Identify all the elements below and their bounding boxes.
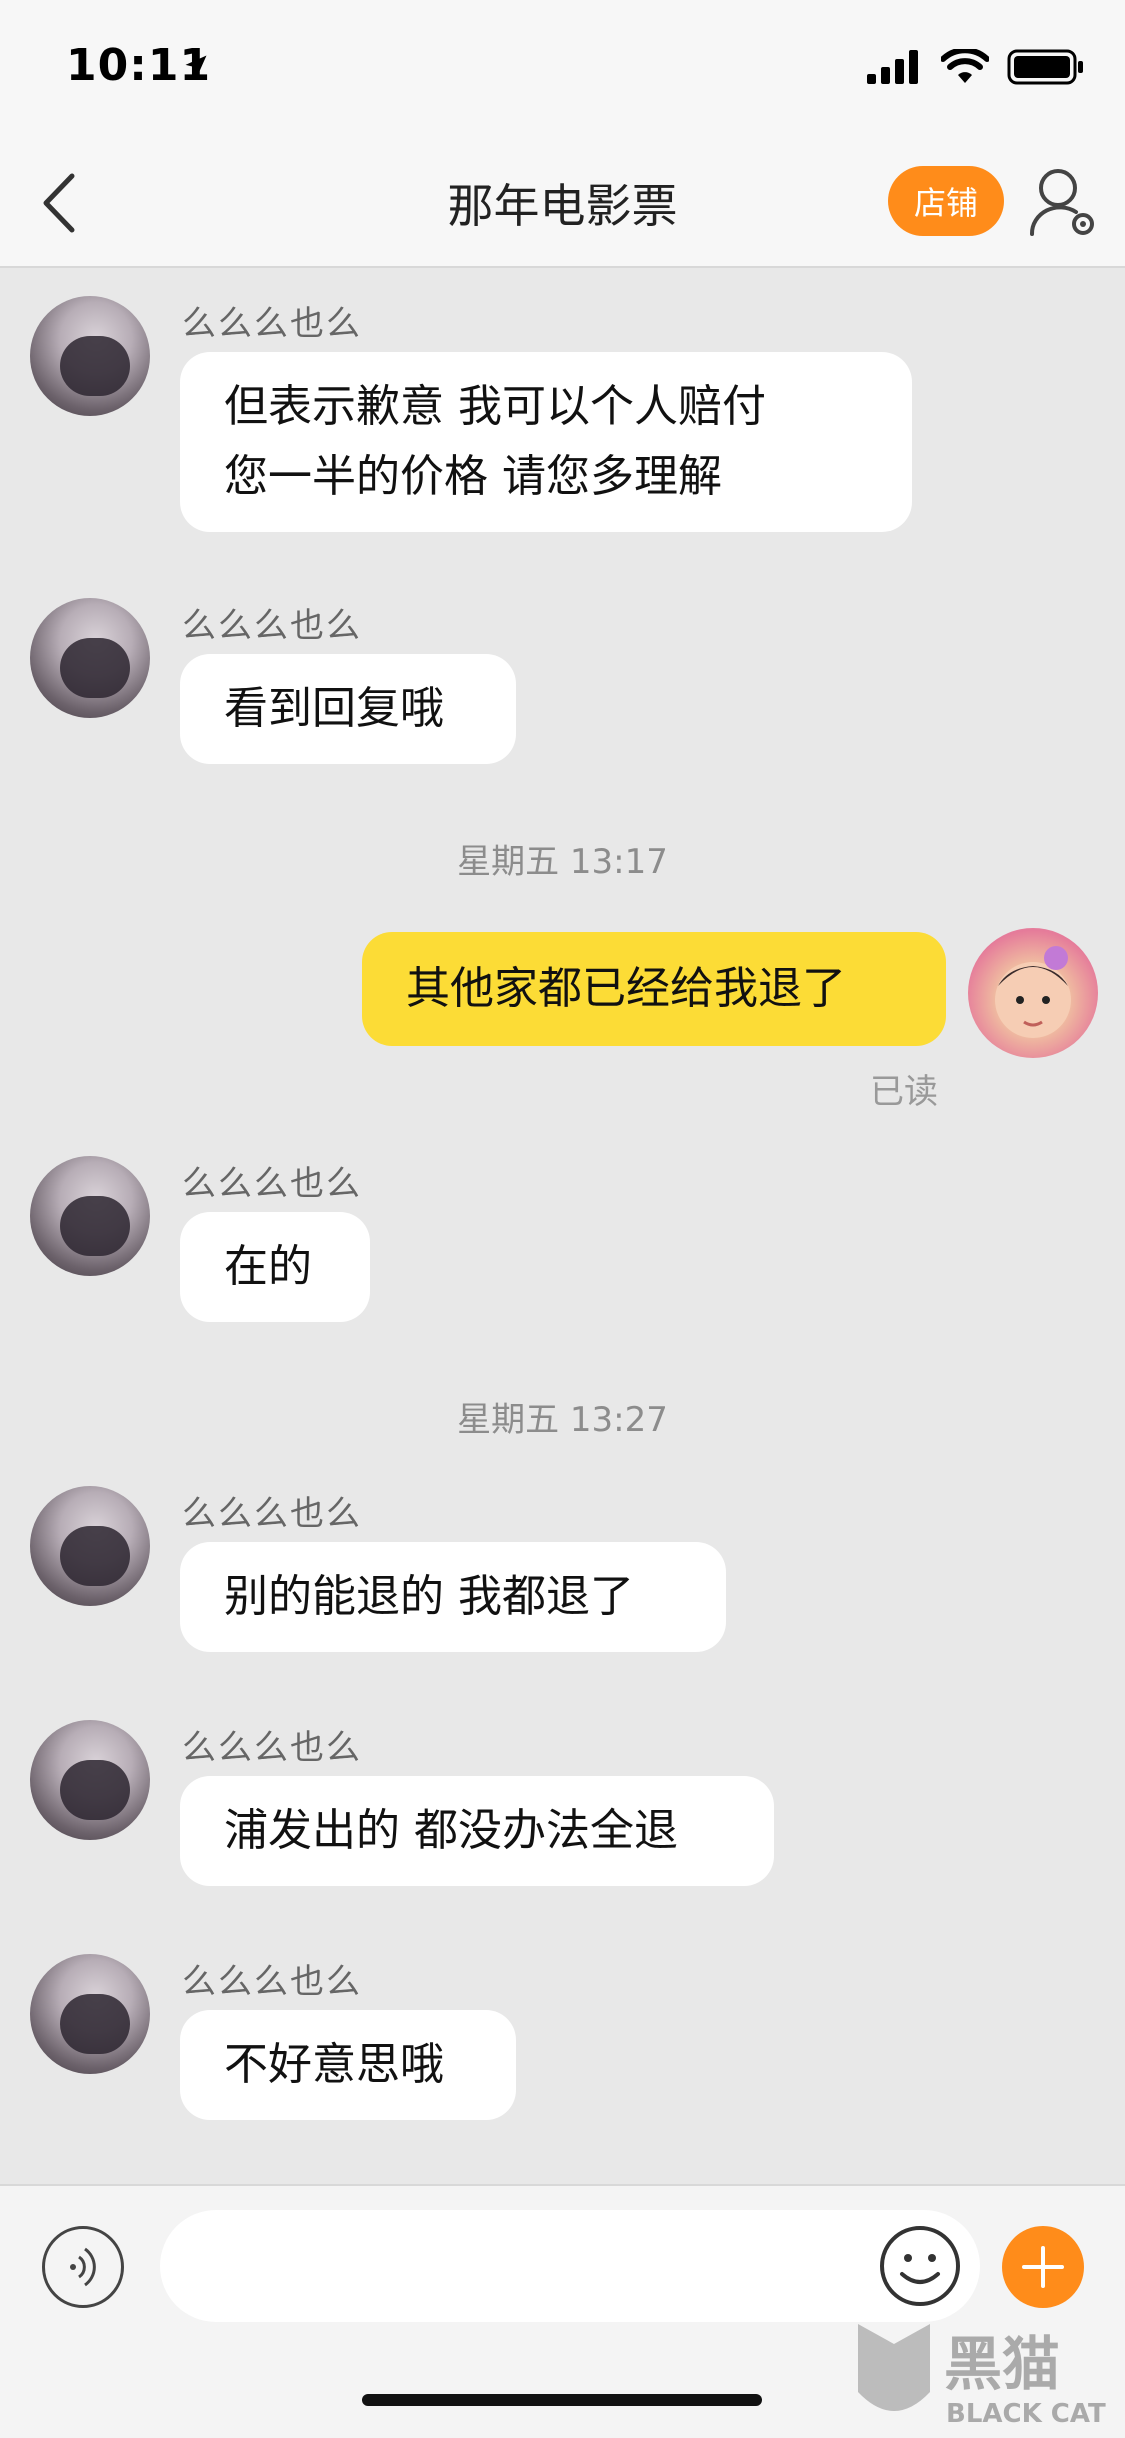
signal-icon [867, 50, 918, 84]
message-bubble[interactable]: 在的 [180, 1212, 370, 1322]
sender-name: 么么么也么 [182, 1962, 362, 2002]
location-arrow-icon [185, 55, 207, 77]
message-bubble[interactable]: 看到回复哦 [180, 654, 516, 764]
watermark-brand-en: BLACK CAT [946, 2399, 1106, 2429]
sender-name: 么么么也么 [182, 1728, 362, 1768]
voice-wave-icon [70, 2247, 96, 2287]
avatar-face-icon [995, 946, 1071, 1038]
avatar[interactable] [30, 1156, 150, 1276]
plus-button[interactable] [1002, 2226, 1084, 2308]
read-status: 已读 [870, 1072, 938, 1112]
message-outgoing-bubble[interactable]: 其他家都已经给我退了 [362, 932, 946, 1046]
sender-name: 么么么也么 [182, 304, 362, 344]
status-bar: 10:11 [0, 0, 1125, 140]
avatar[interactable] [30, 1720, 150, 1840]
my-avatar[interactable] [968, 928, 1098, 1058]
sender-name: 么么么也么 [182, 606, 362, 646]
watermark-logo: 黑猫 BLACK CAT [848, 2318, 1118, 2434]
message-text-line: 您一半的价格 请您多理解 [224, 451, 722, 502]
message-bubble[interactable]: 但表示歉意 我可以个人赔付 您一半的价格 请您多理解 [180, 352, 912, 532]
avatar[interactable] [30, 1486, 150, 1606]
timestamp: 星期五 13:27 [457, 1400, 668, 1440]
avatar[interactable] [30, 1954, 150, 2074]
voice-button[interactable] [42, 2226, 124, 2308]
sender-name: 么么么也么 [182, 1164, 362, 1204]
message-input[interactable] [160, 2210, 980, 2322]
emoji-icon[interactable] [876, 2222, 964, 2310]
message-bubble[interactable]: 别的能退的 我都退了 [180, 1542, 726, 1652]
user-settings-icon[interactable] [1028, 162, 1098, 242]
status-icons [867, 48, 1085, 86]
chat-area[interactable]: 么么么也么 但表示歉意 我可以个人赔付 您一半的价格 请您多理解 么么么也么 看… [0, 268, 1125, 2184]
message-bubble[interactable]: 不好意思哦 [180, 2010, 516, 2120]
black-cat-logo-icon: 黑猫 BLACK CAT [858, 2324, 1106, 2429]
sender-name: 么么么也么 [182, 1494, 362, 1534]
message-text-line: 但表示歉意 我可以个人赔付 [224, 381, 766, 432]
avatar[interactable] [30, 296, 150, 416]
nav-bar: 那年电影票 店铺 [0, 140, 1125, 268]
wifi-icon [941, 49, 989, 83]
timestamp: 星期五 13:17 [457, 842, 668, 882]
plus-icon [1022, 2246, 1064, 2288]
shop-button[interactable]: 店铺 [888, 166, 1004, 236]
home-indicator [362, 2394, 762, 2406]
battery-icon [1007, 49, 1083, 85]
watermark-brand-cn: 黑猫 [944, 2330, 1060, 2398]
avatar[interactable] [30, 598, 150, 718]
message-bubble[interactable]: 浦发出的 都没办法全退 [180, 1776, 774, 1886]
